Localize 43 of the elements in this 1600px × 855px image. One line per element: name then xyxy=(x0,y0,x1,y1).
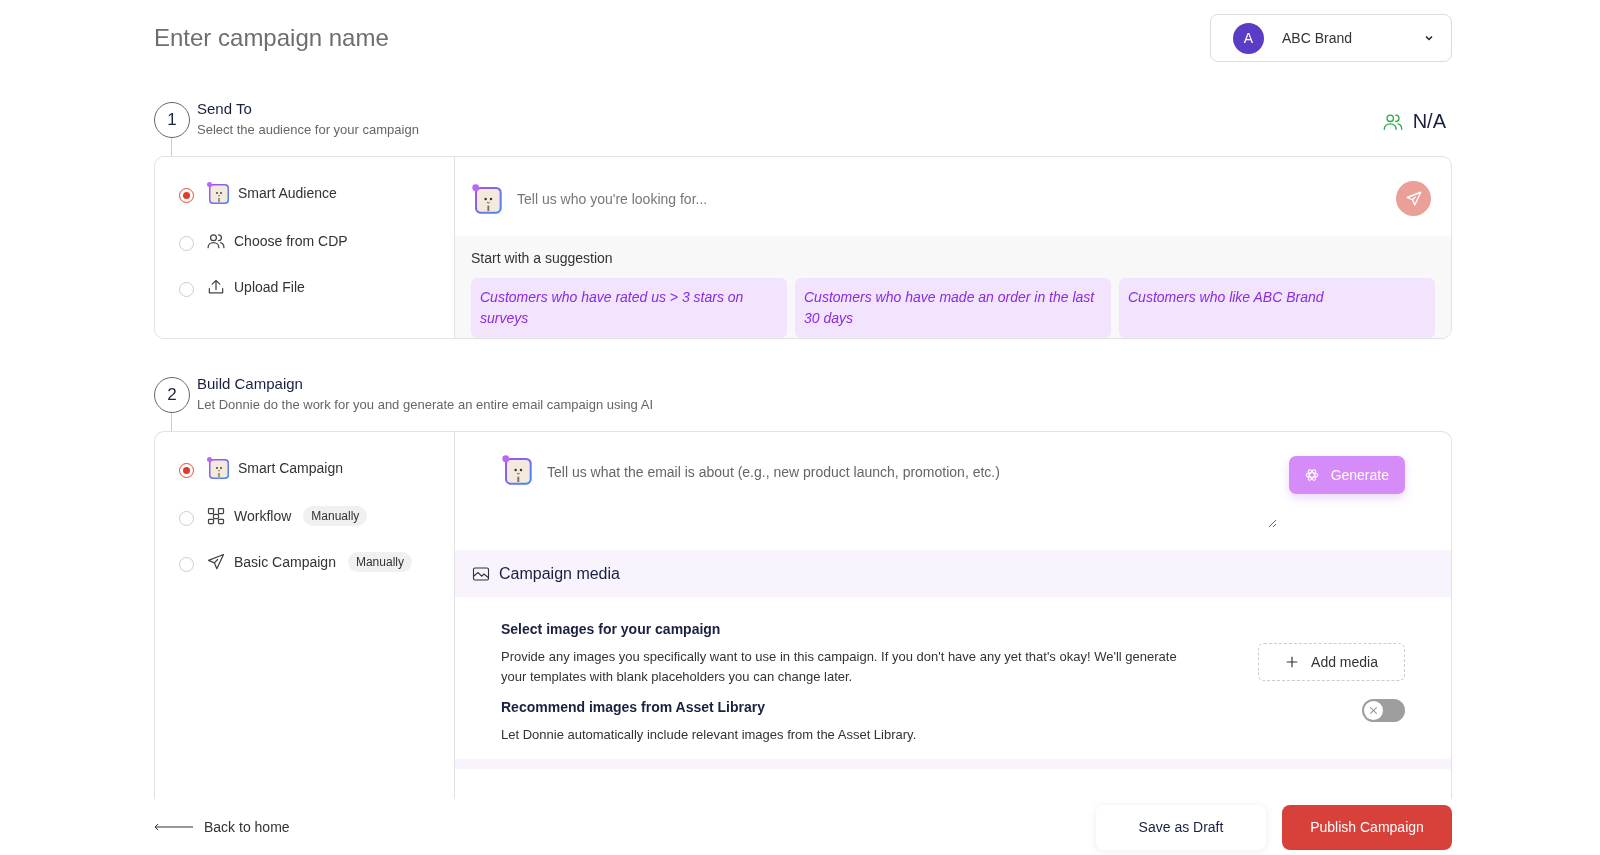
step-subtitle: Select the audience for your campaign xyxy=(197,122,420,137)
add-media-button[interactable]: Add media xyxy=(1258,643,1405,682)
suggestion-chip[interactable]: Customers who like ABC Brand xyxy=(1119,278,1435,338)
suggestion-chip[interactable]: Customers who have made an order in the last 30 days xyxy=(795,278,1111,338)
recommend-toggle[interactable] xyxy=(1362,699,1405,723)
mascot-icon xyxy=(471,182,503,215)
close-icon xyxy=(1368,705,1379,717)
back-link[interactable]: Back to home xyxy=(154,819,1080,835)
audience-option[interactable]: Smart Campaign xyxy=(179,456,454,481)
select-images-title: Select images for your campaign xyxy=(501,621,722,638)
manual-badge: Manually xyxy=(347,552,412,573)
step-title: Send To xyxy=(197,100,253,117)
brand-avatar: A xyxy=(1233,22,1264,54)
mascot-icon xyxy=(206,456,230,481)
audience-option[interactable]: Choose from CDP xyxy=(179,231,454,252)
recommend-title: Recommend images from Asset Library xyxy=(501,699,766,716)
suggestion-chip[interactable]: Customers who have rated us > 3 stars on surveys xyxy=(471,278,787,338)
media-heading: Campaign media xyxy=(499,564,620,583)
plus-icon xyxy=(1285,655,1300,670)
step-number: 2 xyxy=(154,376,190,413)
suggestion-heading: Start with a suggestion xyxy=(471,250,614,267)
audience-option[interactable]: Smart Audience xyxy=(179,181,454,206)
save-draft-button[interactable]: Save as Draft xyxy=(1096,804,1266,850)
audience-option[interactable]: Basic Campaign Manually xyxy=(179,552,454,573)
step-subtitle: Let Donnie do the work for you and generate an entire email campaign using AI xyxy=(197,396,654,412)
send-icon xyxy=(1404,189,1423,208)
brand-dropdown[interactable]: A ABC Brand xyxy=(1210,14,1452,62)
step-title: Build Campaign xyxy=(197,374,304,392)
arrow-left-icon xyxy=(154,823,194,831)
mascot-icon xyxy=(206,181,230,206)
send-button[interactable] xyxy=(1396,181,1431,217)
audience-option[interactable]: Workflow Manually xyxy=(179,506,454,527)
publish-button[interactable]: Publish Campaign xyxy=(1282,804,1452,850)
audience-count: N/A xyxy=(1412,110,1446,133)
mascot-icon xyxy=(501,454,533,487)
select-images-text: Provide any images you specifically want to use in this campaign. If you don't have any yet that's okay! We'll generate your templates with blank placeholders you can change later. xyxy=(501,648,1178,687)
image-icon xyxy=(471,564,491,583)
workflow-icon xyxy=(206,506,226,527)
step-number: 1 xyxy=(154,102,190,138)
sparkle-icon xyxy=(1304,468,1319,483)
manual-badge: Manually xyxy=(303,506,368,527)
recommend-text: Let Donnie automatically include relevant images from the Asset Library. xyxy=(501,726,918,745)
audience-option[interactable]: Upload File xyxy=(179,277,454,298)
